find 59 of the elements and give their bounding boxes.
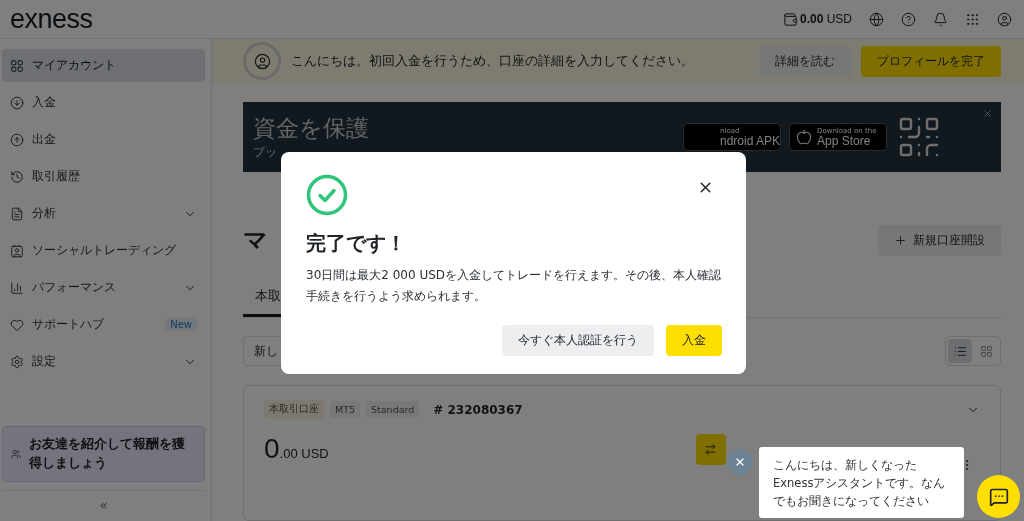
verify-button[interactable]: 今すぐ本人認証を行う <box>502 325 654 356</box>
close-icon <box>734 456 746 468</box>
chat-message: こんにちは、新しくなったExnessアシスタントです。なんでもお聞きになってください <box>759 447 964 518</box>
user-icon[interactable] <box>997 11 1012 27</box>
help-icon[interactable] <box>901 11 916 27</box>
heart-icon <box>10 317 24 332</box>
sidebar-item[interactable]: 設定 <box>2 345 205 378</box>
sidebar-item[interactable]: 入金 <box>2 86 205 119</box>
globe-icon[interactable] <box>869 11 884 27</box>
dialog-title: 完了です！ <box>306 230 407 257</box>
new-account-button[interactable]: 新規口座開設 <box>878 224 1001 256</box>
notice-text: こんにちは。初回入金を行うため、口座の詳細を入力してください。 <box>291 52 695 70</box>
trade-button[interactable] <box>696 433 726 465</box>
sidebar-item[interactable]: 分析 <box>2 197 205 230</box>
read-more-button[interactable]: 詳細を読む <box>759 45 851 77</box>
promo-title: 資金を保護 <box>253 114 369 143</box>
sidebar-item[interactable]: 出金 <box>2 123 205 156</box>
bell-icon[interactable] <box>933 11 948 27</box>
chat-button[interactable] <box>977 475 1020 518</box>
sidebar-item[interactable]: ソーシャルトレーディング <box>2 234 205 267</box>
account-tag: MT5 <box>330 401 361 418</box>
apple-icon <box>796 129 812 145</box>
list-view-button[interactable] <box>948 339 972 363</box>
chat-icon <box>988 486 1009 507</box>
apps-grid-icon[interactable] <box>965 11 980 27</box>
new-badge: New <box>165 318 197 331</box>
arrow-up-circle-icon <box>10 132 24 147</box>
referral-banner[interactable]: お友達を紹介して報酬を獲得しましょう <box>2 426 205 482</box>
logo[interactable]: exness <box>10 3 93 35</box>
page-heading: マ <box>243 225 268 256</box>
balance[interactable]: 0.00 USD <box>799 12 852 26</box>
contact-card-icon <box>10 243 24 258</box>
sidebar-item[interactable]: サポートハブ New <box>2 308 205 341</box>
sidebar-item[interactable]: 取引履歴 <box>2 160 205 193</box>
account-balance: 0.00 USD <box>264 433 329 465</box>
complete-profile-button[interactable]: プロフィールを完了 <box>861 45 1001 77</box>
grid-icon <box>979 344 993 358</box>
bar-chart-icon <box>10 280 24 295</box>
success-check-icon <box>306 174 348 216</box>
referral-text: お友達を紹介して報酬を獲得しましょう <box>29 435 186 473</box>
document-icon <box>10 206 24 221</box>
sidebar-item[interactable]: パフォーマンス <box>2 271 205 304</box>
dashboard-icon <box>10 58 24 73</box>
user-icon <box>253 52 271 70</box>
deposit-button[interactable]: 入金 <box>666 325 722 356</box>
account-number: # 232080367 <box>433 402 523 417</box>
sidebar-item[interactable]: マイアカウント <box>2 49 205 82</box>
promo-subtitle: ブッ <box>253 144 278 161</box>
arrows-icon <box>704 442 717 456</box>
list-icon <box>953 344 967 358</box>
settings-icon <box>10 354 24 369</box>
history-icon <box>10 169 24 184</box>
plus-icon <box>894 233 907 247</box>
collapse-button[interactable]: « <box>99 497 108 513</box>
arrow-down-circle-icon <box>10 95 24 110</box>
account-tag: Standard <box>366 401 420 418</box>
dialog-message: 30日間は最大2 000 USDを入金してトレードを行えます。その後、本人確認手続きを行うよう求められます。 <box>306 267 722 305</box>
wallet-icon <box>782 11 798 27</box>
account-tag: 本取引口座 <box>264 400 324 419</box>
